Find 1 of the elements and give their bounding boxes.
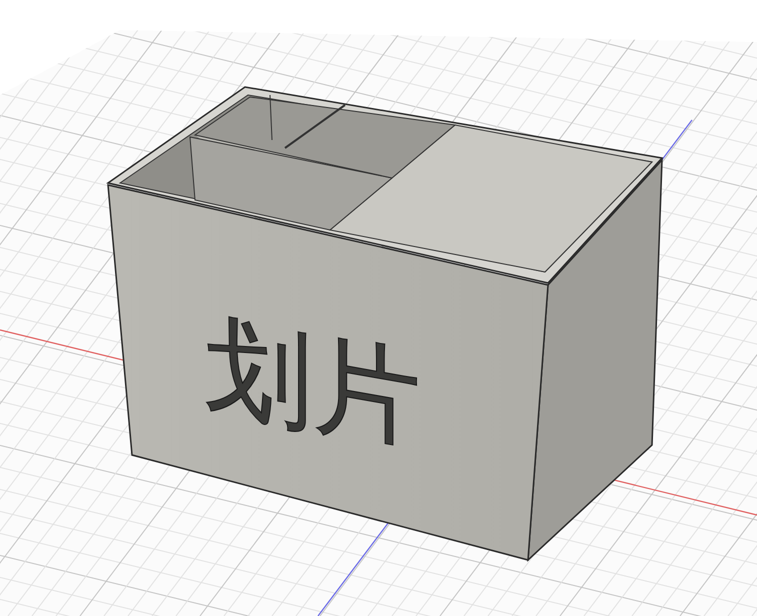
engraved-text: 划片 bbox=[205, 300, 422, 466]
